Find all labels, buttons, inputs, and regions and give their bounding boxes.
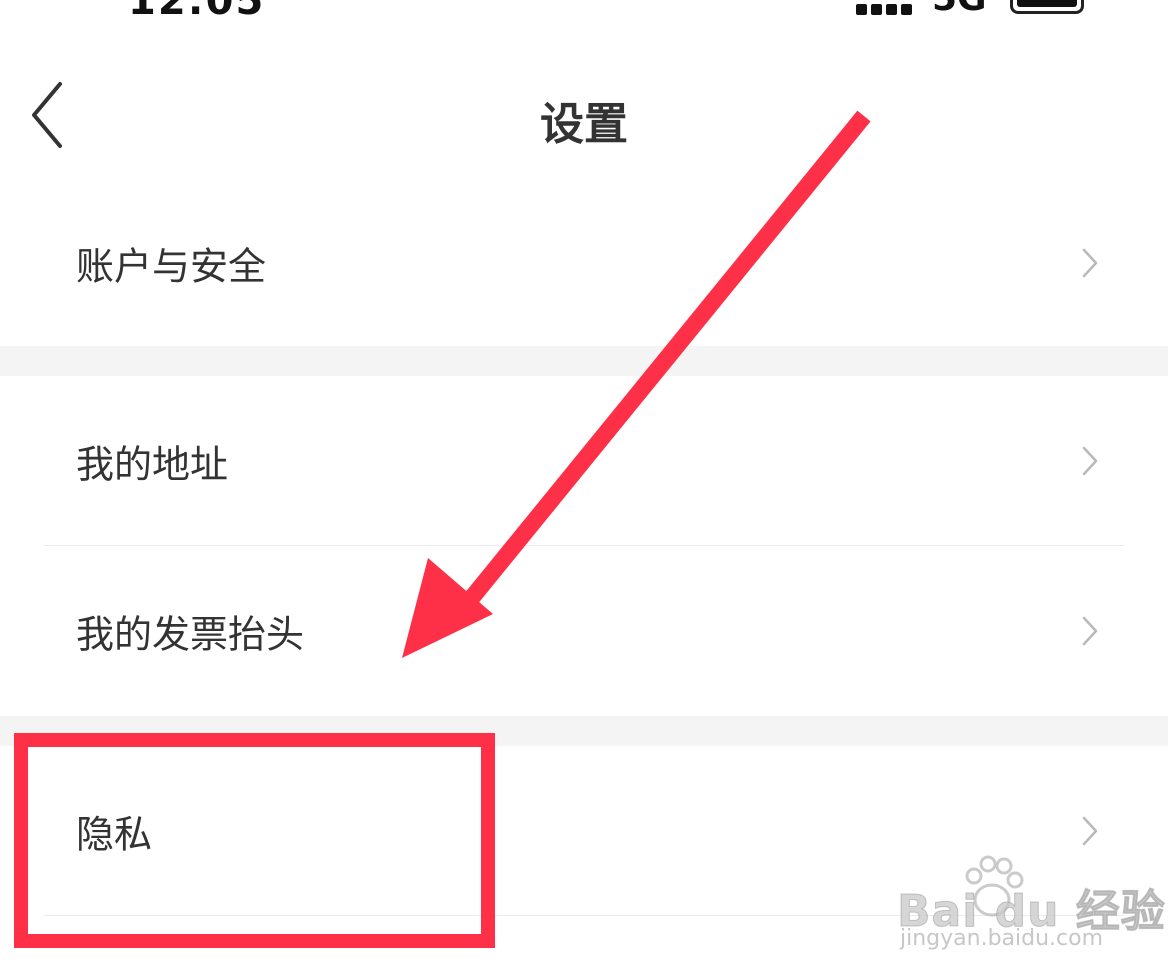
chevron-right-icon — [1082, 446, 1098, 476]
invoice-title-label: 我的发票抬头 — [76, 612, 305, 657]
account-security-item[interactable]: 账户与安全 — [0, 180, 1168, 346]
invoice-title-item[interactable]: 我的发票抬头 — [0, 546, 1168, 716]
battery-icon — [1010, 0, 1084, 14]
status-time: 12:05 — [128, 0, 265, 20]
settings-screen: 12:05 5G 设置 账户与安全 我的地址 — [0, 0, 1168, 979]
network-type: 5G — [932, 0, 987, 19]
my-address-item[interactable]: 我的地址 — [0, 376, 1168, 546]
privacy-item[interactable]: 隐私 — [0, 746, 1168, 916]
privacy-label: 隐私 — [76, 812, 153, 857]
status-bar: 12:05 5G — [0, 0, 1168, 20]
section-divider — [0, 716, 1168, 746]
item-divider — [44, 915, 1124, 916]
signal-icon — [856, 0, 916, 15]
chevron-right-icon — [1082, 816, 1098, 846]
chevron-right-icon — [1082, 616, 1098, 646]
section-divider — [0, 346, 1168, 376]
watermark-url: jingyan.baidu.com — [900, 926, 1104, 951]
chevron-right-icon — [1082, 248, 1098, 278]
account-security-label: 账户与安全 — [76, 244, 267, 289]
page-title: 设置 — [540, 99, 628, 150]
my-address-label: 我的地址 — [76, 442, 229, 487]
nav-bar: 设置 — [0, 60, 1168, 170]
settings-list: 账户与安全 我的地址 我的发票抬头 隐私 — [0, 180, 1168, 916]
